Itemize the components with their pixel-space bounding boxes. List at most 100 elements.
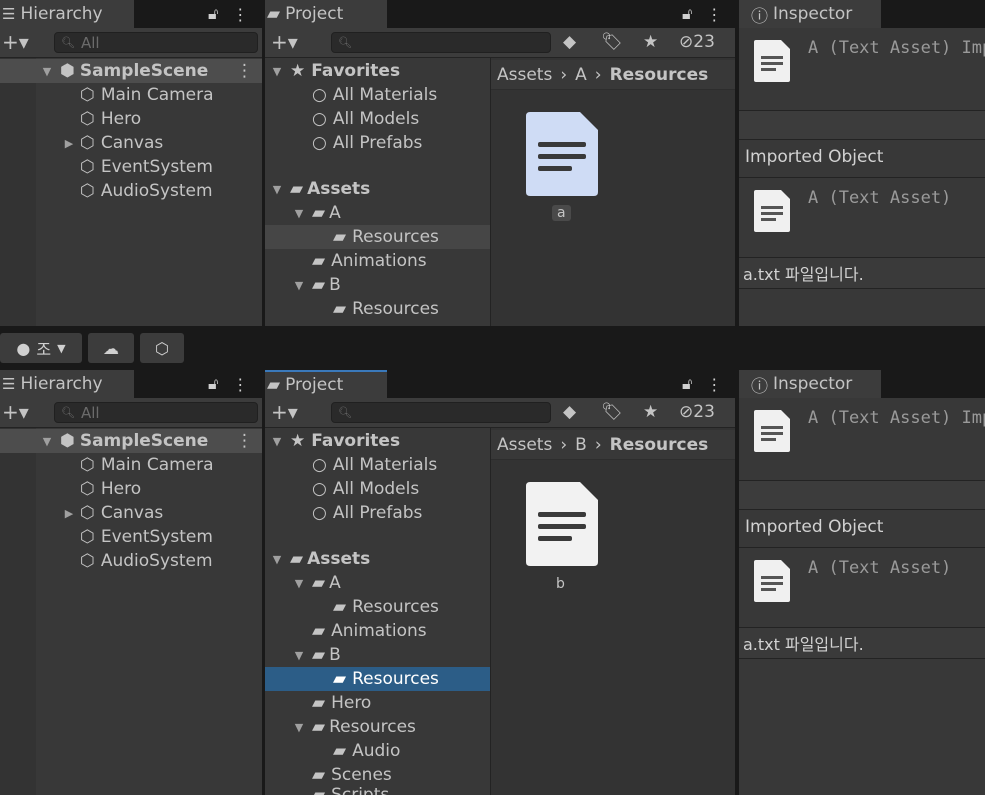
expand-arrow-icon[interactable]: ▼ [292, 207, 306, 220]
favorites-item[interactable]: ○ All Prefabs [312, 501, 422, 525]
text-asset-file-icon[interactable] [526, 482, 598, 566]
hierarchy-item[interactable]: ⬡ EventSystem [80, 155, 213, 179]
expand-arrow-icon[interactable]: ▼ [270, 435, 284, 448]
hierarchy-search-input[interactable]: 🔍︎ All [54, 32, 258, 53]
scene-menu-icon[interactable]: ⋮ [236, 61, 253, 81]
hierarchy-item[interactable]: ⬡ EventSystem [80, 525, 213, 549]
expand-arrow-icon[interactable]: ▼ [292, 279, 306, 292]
hidden-packages-icon[interactable]: ⊘23 [679, 402, 715, 422]
tab-inspector[interactable]: ⓘ Inspector [739, 370, 881, 398]
hierarchy-item[interactable]: ⬡ AudioSystem [80, 549, 213, 573]
expand-arrow-icon[interactable]: ▼ [270, 553, 284, 566]
hierarchy-item[interactable]: ⬡ Main Camera [80, 83, 214, 107]
create-add-icon[interactable]: +▾ [271, 30, 298, 54]
hierarchy-item[interactable]: ▶ ⬡ Canvas [62, 501, 163, 525]
breadcrumb-item[interactable]: Assets [497, 435, 552, 455]
favorites-item[interactable]: ○ All Models [312, 107, 419, 131]
more-options-icon[interactable]: ⋮ [232, 5, 248, 24]
imported-object-label: Imported Object [745, 517, 884, 537]
folder-icon: ▰ [333, 741, 347, 761]
more-options-icon[interactable]: ⋮ [706, 5, 722, 24]
expand-arrow-icon[interactable]: ▼ [292, 721, 306, 734]
filter-by-label-icon[interactable]: 🏷︎ [601, 402, 623, 422]
hierarchy-item[interactable]: ⬡ Hero [80, 107, 141, 131]
folder-item[interactable]: ▰ Audio [333, 739, 400, 763]
folder-item[interactable]: ▼ ▰ Resources [292, 715, 416, 739]
folder-item[interactable]: ▰ Resources [333, 297, 439, 321]
folder-item-selected[interactable]: ▰ Resources [265, 667, 490, 691]
filter-by-type-icon[interactable]: ◆ [563, 32, 576, 52]
folder-item[interactable]: ▰ Hero [312, 691, 371, 715]
folder-item[interactable]: ▰ Scripts [312, 785, 389, 795]
tab-hierarchy[interactable]: ☰ Hierarchy [0, 0, 134, 28]
assets-root[interactable]: ▼ ▰ Assets [270, 547, 370, 571]
hierarchy-item[interactable]: ⬡ Hero [80, 477, 141, 501]
scene-row[interactable]: ▼ ⬢ SampleScene ⋮ [0, 59, 262, 83]
expand-arrow-icon[interactable]: ▼ [40, 435, 54, 448]
scene-menu-icon[interactable]: ⋮ [236, 431, 253, 451]
hierarchy-item[interactable]: ▶ ⬡ Canvas [62, 131, 163, 155]
project-search-input[interactable]: 🔍︎ [331, 402, 551, 423]
expand-arrow-icon[interactable]: ▼ [270, 183, 284, 196]
create-add-icon[interactable]: +▾ [271, 400, 298, 424]
tab-project[interactable]: ▰ Project [265, 0, 387, 28]
folder-item[interactable]: ▰ Animations [312, 249, 427, 273]
expand-arrow-icon[interactable]: ▼ [292, 577, 306, 590]
chevron-right-icon: › [594, 64, 602, 85]
folder-item[interactable]: ▼ ▰ B [292, 643, 341, 667]
breadcrumb-item[interactable]: Resources [610, 65, 709, 85]
folder-item[interactable]: ▰ Animations [312, 619, 427, 643]
folder-item[interactable]: ▼ ▰ A [292, 201, 341, 225]
more-options-icon[interactable]: ⋮ [232, 375, 248, 394]
breadcrumb-item[interactable]: B [575, 435, 587, 455]
hierarchy-toolbar: +▾ 🔍︎ All [0, 398, 262, 428]
assets-root[interactable]: ▼ ▰ Assets [270, 177, 370, 201]
folder-open-icon: ▰ [290, 179, 304, 199]
folder-item[interactable]: ▰ Resources [333, 595, 439, 619]
breadcrumb-item[interactable]: A [575, 65, 587, 85]
favorites-item[interactable]: ○ All Materials [312, 453, 437, 477]
folder-item[interactable]: ▼ ▰ A [292, 571, 341, 595]
project-search-input[interactable]: 🔍︎ [331, 32, 551, 53]
folder-item[interactable]: ▰ Resources [265, 225, 490, 249]
favorites-star-icon[interactable]: ★ [643, 32, 658, 52]
expand-arrow-icon[interactable]: ▶ [62, 507, 76, 520]
account-dropdown[interactable]: ● 조 ▼ [0, 333, 82, 363]
chevron-right-icon: › [560, 434, 568, 455]
expand-arrow-icon[interactable]: ▼ [292, 649, 306, 662]
folder-item[interactable]: ▼ ▰ B [292, 273, 341, 297]
hierarchy-item[interactable]: ⬡ AudioSystem [80, 179, 213, 203]
expand-arrow-icon[interactable]: ▼ [40, 65, 54, 78]
breadcrumb-item[interactable]: Assets [497, 65, 552, 85]
lock-icon[interactable]: 🔓︎ [682, 374, 692, 394]
favorites-item[interactable]: ○ All Models [312, 477, 419, 501]
hidden-packages-icon[interactable]: ⊘23 [679, 32, 715, 52]
lock-icon[interactable]: 🔓︎ [208, 4, 218, 24]
filter-by-label-icon[interactable]: 🏷︎ [601, 32, 623, 52]
collab-button[interactable]: ⬡ [140, 333, 184, 363]
create-add-icon[interactable]: +▾ [2, 30, 29, 54]
hierarchy-item[interactable]: ⬡ Main Camera [80, 453, 214, 477]
filter-by-type-icon[interactable]: ◆ [563, 402, 576, 422]
hierarchy-tab-controls: 🔓︎ ⋮ [208, 370, 248, 398]
lock-icon[interactable]: 🔓︎ [208, 374, 218, 394]
tab-project[interactable]: ▰ Project [265, 370, 387, 398]
hierarchy-search-input[interactable]: 🔍︎ All [54, 402, 258, 423]
expand-arrow-icon[interactable]: ▼ [270, 65, 284, 78]
more-options-icon[interactable]: ⋮ [706, 375, 722, 394]
favorites-item[interactable]: ○ All Materials [312, 83, 437, 107]
favorites-header[interactable]: ▼ ★ Favorites [270, 429, 400, 453]
tab-inspector[interactable]: ⓘ Inspector [739, 0, 881, 28]
favorites-item[interactable]: ○ All Prefabs [312, 131, 422, 155]
text-asset-file-icon[interactable] [526, 112, 598, 196]
lock-icon[interactable]: 🔓︎ [682, 4, 692, 24]
expand-arrow-icon[interactable]: ▶ [62, 137, 76, 150]
scene-row[interactable]: ▼ ⬢ SampleScene ⋮ [0, 429, 262, 453]
breadcrumb-item[interactable]: Resources [610, 435, 709, 455]
favorites-header[interactable]: ▼ ★ Favorites [270, 59, 400, 83]
folder-item[interactable]: ▰ Scenes [312, 763, 392, 787]
tab-hierarchy[interactable]: ☰ Hierarchy [0, 370, 134, 398]
create-add-icon[interactable]: +▾ [2, 400, 29, 424]
favorites-star-icon[interactable]: ★ [643, 402, 658, 422]
cloud-button[interactable]: ☁ [88, 333, 134, 363]
